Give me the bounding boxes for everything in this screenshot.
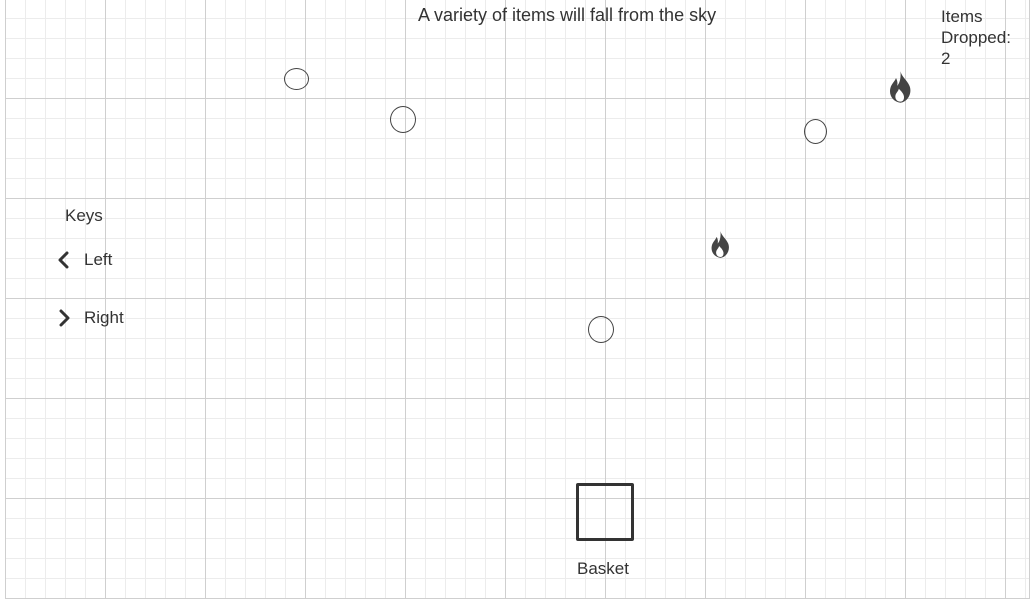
- game-title: A variety of items will fall from the sk…: [418, 5, 717, 25]
- chevron-left-icon: [56, 251, 72, 269]
- flame-icon: [887, 70, 914, 104]
- left-margin: [0, 0, 5, 599]
- game-canvas[interactable]: [5, 0, 1030, 599]
- key-right[interactable]: Right: [56, 308, 124, 328]
- basket[interactable]: [576, 483, 634, 541]
- keys-heading: Keys: [65, 206, 103, 225]
- chevron-right-icon: [56, 309, 72, 327]
- items-dropped-label: Items Dropped:: [941, 7, 1011, 47]
- items-dropped-value: 2: [941, 49, 951, 68]
- items-dropped-counter: Items Dropped: 2: [941, 6, 1029, 69]
- flame-icon: [709, 230, 732, 259]
- falling-ball: [390, 106, 416, 133]
- key-left-label: Left: [84, 250, 113, 269]
- falling-ball: [804, 119, 827, 144]
- falling-ball: [284, 68, 309, 90]
- key-left[interactable]: Left: [56, 250, 112, 270]
- key-right-label: Right: [84, 308, 124, 327]
- falling-ball: [588, 316, 614, 343]
- basket-label: Basket: [577, 559, 629, 578]
